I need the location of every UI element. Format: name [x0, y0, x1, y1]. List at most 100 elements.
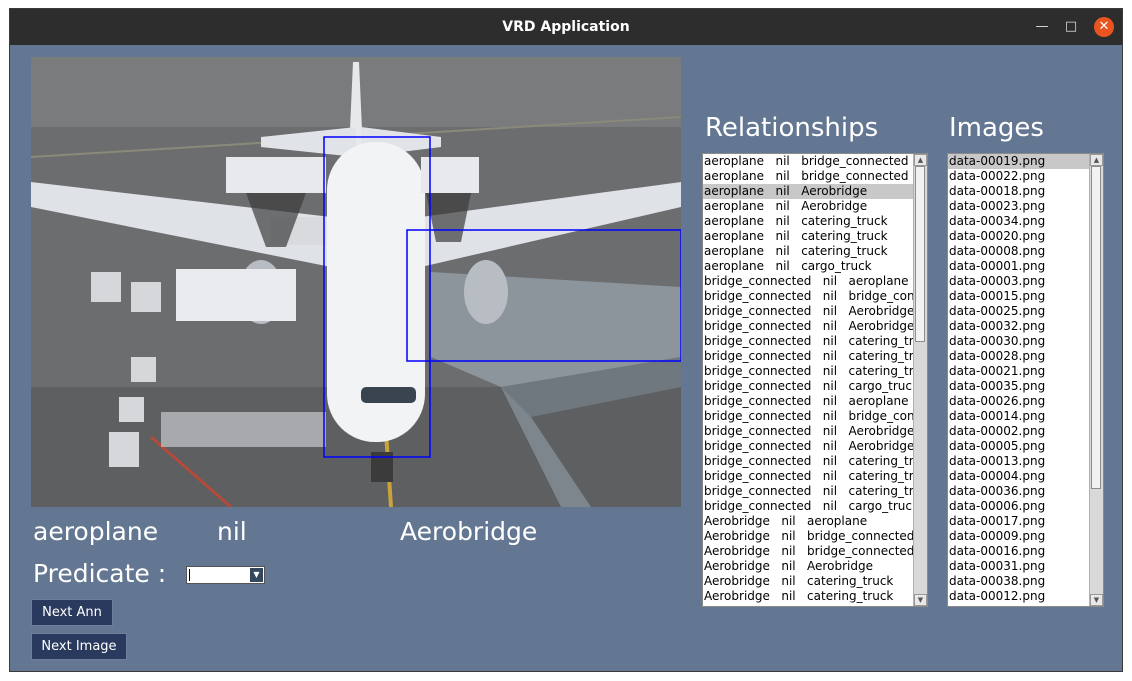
image-item[interactable]: data-00013.png	[948, 454, 1089, 469]
relationships-scrollbar[interactable]: ▲ ▼	[913, 154, 927, 606]
image-item[interactable]: data-00003.png	[948, 274, 1089, 289]
scroll-up-icon[interactable]: ▲	[914, 154, 927, 166]
image-item[interactable]: data-00021.png	[948, 364, 1089, 379]
image-item[interactable]: data-00017.png	[948, 514, 1089, 529]
relationship-item[interactable]: bridge_connected nil catering_truc	[703, 349, 913, 364]
image-item[interactable]: data-00014.png	[948, 409, 1089, 424]
cargo-loader	[161, 412, 326, 447]
image-item[interactable]: data-00005.png	[948, 439, 1089, 454]
image-item[interactable]: data-00015.png	[948, 289, 1089, 304]
relationship-item[interactable]: aeroplane nil catering_truck	[703, 229, 913, 244]
relationship-item[interactable]: bridge_connected nil catering_truc	[703, 469, 913, 484]
scroll-down-icon[interactable]: ▼	[914, 594, 927, 606]
relationship-item[interactable]: bridge_connected nil aeroplane	[703, 274, 913, 289]
image-canvas[interactable]	[31, 57, 681, 507]
relationship-item[interactable]: Aerobridge nil bridge_connected	[703, 544, 913, 559]
cockpit-windows	[361, 387, 416, 403]
image-item[interactable]: data-00025.png	[948, 304, 1089, 319]
image-item[interactable]: data-00038.png	[948, 574, 1089, 589]
airport-photo	[31, 57, 681, 507]
relationship-item[interactable]: aeroplane nil bridge_connected	[703, 154, 913, 169]
image-item[interactable]: data-00036.png	[948, 484, 1089, 499]
catering-truck-1	[226, 157, 326, 193]
relationships-scroll-thumb[interactable]	[915, 166, 925, 342]
relationships-listbox[interactable]: aeroplane nil bridge_connected aeroplane …	[702, 153, 928, 607]
title-bar[interactable]: VRD Application — □ ✕	[10, 9, 1122, 45]
relationship-item[interactable]: aeroplane nil cargo_truck	[703, 259, 913, 274]
relationship-item[interactable]: bridge_connected nil Aerobridge	[703, 439, 913, 454]
relationship-item[interactable]: bridge_connected nil cargo_truck	[703, 379, 913, 394]
text-cursor	[189, 569, 190, 581]
relationship-item[interactable]: aeroplane nil Aerobridge	[703, 199, 913, 214]
images-listbox[interactable]: data-00019.png data-00022.png data-00018.p…	[947, 153, 1104, 607]
next-image-button[interactable]: Next Image	[31, 633, 127, 660]
scroll-down-icon[interactable]: ▼	[1090, 594, 1103, 606]
image-item[interactable]: data-00009.png	[948, 529, 1089, 544]
image-item[interactable]: data-00002.png	[948, 424, 1089, 439]
cart-2	[131, 282, 161, 312]
image-item[interactable]: data-00035.png	[948, 379, 1089, 394]
images-scrollbar[interactable]: ▲ ▼	[1089, 154, 1103, 606]
relationship-item[interactable]: bridge_connected nil Aerobridge	[703, 304, 913, 319]
relationship-item[interactable]: aeroplane nil catering_truck	[703, 214, 913, 229]
chevron-down-icon[interactable]: ▼	[250, 568, 263, 582]
relationship-item[interactable]: bridge_connected nil catering_truc	[703, 334, 913, 349]
minimize-icon[interactable]: —	[1032, 17, 1052, 37]
image-item[interactable]: data-00034.png	[948, 214, 1089, 229]
image-item[interactable]: data-00006.png	[948, 499, 1089, 514]
relationship-item[interactable]: bridge_connected nil Aerobridge	[703, 424, 913, 439]
window-title: VRD Application	[502, 19, 630, 35]
image-item[interactable]: data-00026.png	[948, 394, 1089, 409]
predicate-dropdown[interactable]: ▼	[186, 566, 265, 584]
images-scroll-thumb[interactable]	[1091, 166, 1101, 489]
relationship-item[interactable]: Aerobridge nil Aerobridge	[703, 559, 913, 574]
relationship-item[interactable]: bridge_connected nil catering_truc	[703, 364, 913, 379]
relationship-item[interactable]: Aerobridge nil aeroplane	[703, 514, 913, 529]
cart-3	[131, 357, 156, 382]
app-window: VRD Application — □ ✕ aeroplane nil Aero…	[9, 8, 1123, 672]
image-item[interactable]: data-00030.png	[948, 334, 1089, 349]
image-item[interactable]: data-00028.png	[948, 349, 1089, 364]
images-items: data-00019.png data-00022.png data-00018.p…	[948, 154, 1089, 606]
scroll-up-icon[interactable]: ▲	[1090, 154, 1103, 166]
relationship-item[interactable]: bridge_connected nil catering_truc	[703, 454, 913, 469]
image-item[interactable]: data-00031.png	[948, 559, 1089, 574]
image-item[interactable]: data-00023.png	[948, 199, 1089, 214]
relationship-item[interactable]: Aerobridge nil bridge_connected	[703, 529, 913, 544]
relationship-item[interactable]: aeroplane nil bridge_connected	[703, 169, 913, 184]
image-item[interactable]: data-00012.png	[948, 589, 1089, 604]
image-item[interactable]: data-00001.png	[948, 259, 1089, 274]
close-icon[interactable]: ✕	[1094, 17, 1114, 37]
relationship-item[interactable]: aeroplane nil Aerobridge	[703, 184, 913, 199]
image-item[interactable]: data-00018.png	[948, 184, 1089, 199]
predicate-label: Predicate :	[33, 559, 167, 588]
relationship-item[interactable]: bridge_connected nil Aerobridge	[703, 319, 913, 334]
catering-truck-3	[176, 269, 296, 321]
image-item[interactable]: data-00019.png	[948, 154, 1089, 169]
image-item[interactable]: data-00008.png	[948, 244, 1089, 259]
image-item[interactable]: data-00004.png	[948, 469, 1089, 484]
right-engine	[464, 260, 508, 324]
relationship-item[interactable]: bridge_connected nil bridge_conn	[703, 409, 913, 424]
cart-5	[109, 432, 139, 467]
relationship-item[interactable]: bridge_connected nil aeroplane	[703, 394, 913, 409]
object-label: Aerobridge	[400, 517, 538, 546]
maximize-icon[interactable]: □	[1061, 17, 1081, 37]
next-ann-button[interactable]: Next Ann	[31, 599, 113, 626]
cart-4	[119, 397, 144, 422]
subject-label: aeroplane	[33, 517, 159, 546]
relationship-item[interactable]: bridge_connected nil cargo_truck	[703, 499, 913, 514]
image-item[interactable]: data-00032.png	[948, 319, 1089, 334]
image-item[interactable]: data-00020.png	[948, 229, 1089, 244]
image-item[interactable]: data-00016.png	[948, 544, 1089, 559]
images-heading: Images	[949, 113, 1044, 143]
relationship-item[interactable]: Aerobridge nil catering_truck	[703, 574, 913, 589]
image-item[interactable]: data-00022.png	[948, 169, 1089, 184]
relationship-item[interactable]: aeroplane nil catering_truck	[703, 244, 913, 259]
cart-1	[91, 272, 121, 302]
relationships-items: aeroplane nil bridge_connected aeroplane …	[703, 154, 913, 606]
relationship-item[interactable]: bridge_connected nil catering_truc	[703, 484, 913, 499]
relationship-item[interactable]: bridge_connected nil bridge_conn	[703, 289, 913, 304]
relationship-item[interactable]: Aerobridge nil catering_truck	[703, 589, 913, 604]
predicate-text: nil	[217, 517, 247, 546]
